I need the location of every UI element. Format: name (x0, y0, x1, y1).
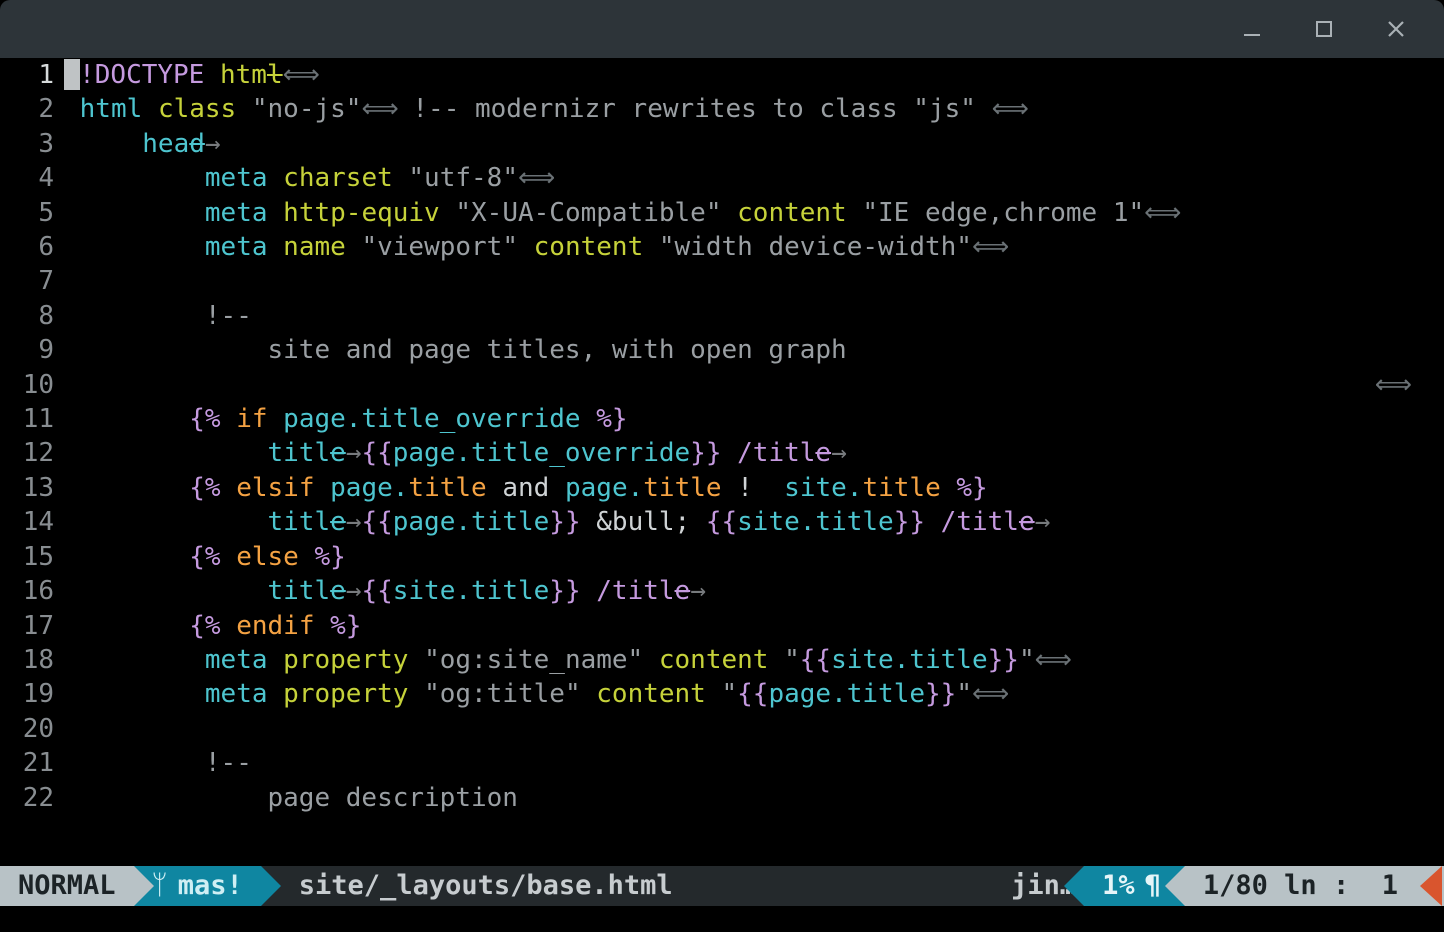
line-number: 7 (0, 264, 64, 298)
code-line: 8 !-- (0, 299, 1444, 333)
code-line: 21 !-- (0, 746, 1444, 780)
status-position: 1/80 ln : 1 (1185, 866, 1416, 906)
code-line: 1 !DOCTYPE html⟺ (0, 58, 1444, 92)
line-count: 1/80 (1203, 869, 1268, 903)
code-line: 12 title→{{page.title_override}} /title→ (0, 436, 1444, 470)
code-line: 7 (0, 264, 1444, 298)
code-line: 2 html class "no-js"⟺ !-- modernizr rewr… (0, 92, 1444, 126)
line-number: 10 (0, 368, 64, 402)
status-mode: NORMAL (0, 866, 134, 906)
code-line: 5 meta http-equiv "X-UA-Compatible" cont… (0, 196, 1444, 230)
pilcrow-icon: ¶ (1145, 869, 1161, 903)
status-filepath: site/_layouts/base.html (261, 866, 691, 906)
code-line: 16 title→{{site.title}} /title→ (0, 574, 1444, 608)
cursor (64, 59, 80, 90)
doctype-keyword: !DOCTYPE (79, 60, 204, 90)
line-number: 6 (0, 230, 64, 264)
wrap-marker-icon: ⟺ (1375, 368, 1410, 402)
line-number: 17 (0, 609, 64, 643)
line-number: 15 (0, 540, 64, 574)
comment: !-- (205, 748, 252, 778)
line-number: 12 (0, 436, 64, 470)
window-close-button[interactable] (1360, 6, 1432, 52)
line-number: 16 (0, 574, 64, 608)
whitespace-marker-icon: → (205, 129, 221, 159)
wrap-marker-icon: ⟺ (283, 60, 318, 90)
window-minimize-button[interactable] (1216, 6, 1288, 52)
editor-viewport[interactable]: 1 !DOCTYPE html⟺ 2 html class "no-js"⟺ !… (0, 58, 1444, 854)
comment: !-- modernizr rewrites to class "js" (412, 94, 976, 124)
line-number: 11 (0, 402, 64, 436)
comment: !-- (205, 301, 252, 331)
status-bar: NORMAL ᛘ mas! site/_layouts/base.html ji… (0, 866, 1444, 906)
code-line: 10 ⟺ (0, 368, 1444, 402)
line-number: 8 (0, 299, 64, 333)
code-line: 13 {% elsif page.title and page.title ! … (0, 471, 1444, 505)
line-number: 14 (0, 505, 64, 539)
mode-indicator: NORMAL (18, 869, 116, 903)
status-filetype: jin… (691, 866, 1084, 906)
code-line: 20 (0, 712, 1444, 746)
line-number: 20 (0, 712, 64, 746)
line-number: 19 (0, 677, 64, 711)
line-number: 2 (0, 92, 64, 126)
command-line[interactable] (0, 906, 1444, 932)
line-number: 22 (0, 781, 64, 815)
warning-triangle-icon (1420, 866, 1442, 906)
git-branch-icon: ᛘ (152, 869, 168, 903)
scroll-percentage: 1% (1102, 869, 1135, 903)
code-line: 22 page description (0, 781, 1444, 815)
comment: site and page titles, with open graph (268, 335, 847, 365)
code-line: 19 meta property "og:title" content "{{p… (0, 677, 1444, 711)
window-maximize-button[interactable] (1288, 6, 1360, 52)
line-number: 4 (0, 161, 64, 195)
code-line: 9 site and page titles, with open graph (0, 333, 1444, 367)
line-number: 21 (0, 746, 64, 780)
line-number: 13 (0, 471, 64, 505)
code-line: 15 {% else %} (0, 540, 1444, 574)
line-number: 1 (0, 58, 64, 92)
code-line: 3 head→ (0, 127, 1444, 161)
code-line: 6 meta name "viewport" content "width de… (0, 230, 1444, 264)
line-number: 18 (0, 643, 64, 677)
doctype-value: htm (220, 60, 267, 90)
column-number: 1 (1382, 869, 1398, 903)
line-number: 5 (0, 196, 64, 230)
code-line: 11 {% if page.title_override %} (0, 402, 1444, 436)
code-line: 18 meta property "og:site_name" content … (0, 643, 1444, 677)
filepath: site/_layouts/base.html (299, 869, 673, 903)
line-number: 3 (0, 127, 64, 161)
comment: page description (268, 783, 518, 813)
line-number: 9 (0, 333, 64, 367)
code-line: 14 title→{{page.title}} &bull; {{site.ti… (0, 505, 1444, 539)
code-line: 4 meta charset "utf-8"⟺ (0, 161, 1444, 195)
branch-name: mas! (178, 869, 243, 903)
window-titlebar (0, 0, 1444, 58)
code-line: 17 {% endif %} (0, 609, 1444, 643)
status-trailing-marker (1416, 866, 1444, 906)
